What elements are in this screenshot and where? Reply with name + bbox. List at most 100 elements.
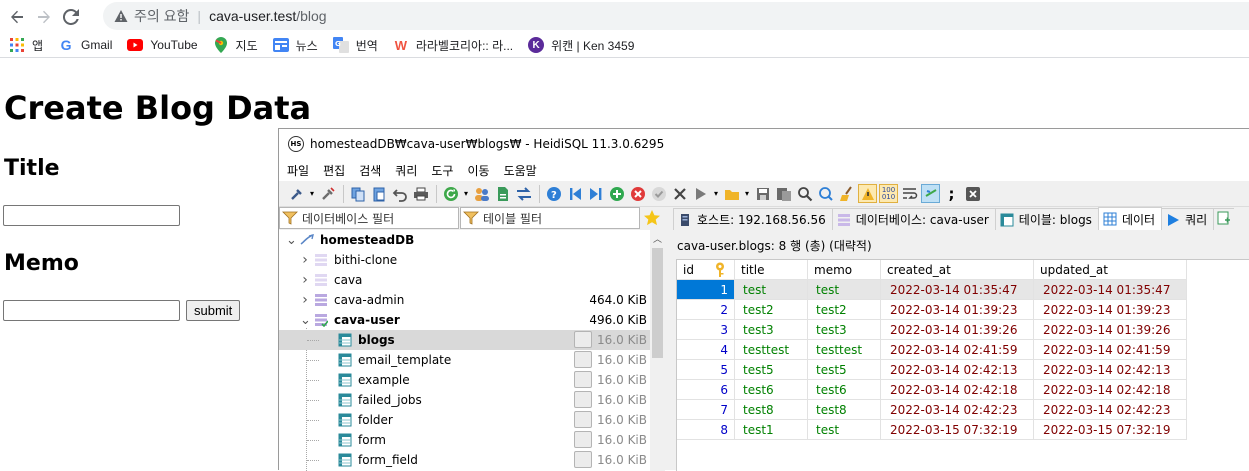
post-check-icon[interactable]	[649, 184, 668, 203]
cell-updated-at[interactable]: 2022-03-14 02:42:18	[1034, 380, 1187, 400]
cell-created-at[interactable]: 2022-03-14 01:39:26	[881, 320, 1034, 340]
cell-created-at[interactable]: 2022-03-14 01:39:23	[881, 300, 1034, 320]
expand-arrow-icon[interactable]: ›	[300, 292, 310, 308]
wrap-text-icon[interactable]	[900, 184, 919, 203]
memo-input[interactable]	[3, 300, 180, 321]
cell-title[interactable]: test3	[735, 320, 808, 340]
cell-updated-at[interactable]: 2022-03-14 01:39:26	[1034, 320, 1187, 340]
tree-node-cava[interactable]: › cava	[279, 270, 651, 290]
connect-plug-icon[interactable]	[287, 184, 306, 203]
open-folder-icon[interactable]	[722, 184, 741, 203]
tab-database[interactable]: 데이터베이스: cava-user	[831, 208, 996, 230]
export-sql-icon[interactable]	[493, 184, 512, 203]
refresh-icon[interactable]	[441, 184, 460, 203]
transfer-arrows-icon[interactable]	[514, 184, 533, 203]
collapse-arrow-icon[interactable]: ⌄	[286, 233, 297, 248]
cell-updated-at[interactable]: 2022-03-15 07:32:19	[1034, 420, 1187, 440]
tree-node-form-field[interactable]: form_field 16.0 KiB	[279, 450, 651, 470]
semicolon-icon[interactable]: ;	[942, 184, 961, 203]
bookmark-laravel-korea[interactable]: W 라라벨코리아:: 라...	[393, 37, 513, 54]
menu-edit[interactable]: 편집	[323, 162, 345, 179]
tree-node-email-template[interactable]: email_template 16.0 KiB	[279, 350, 651, 370]
tree-node-homesteaddb[interactable]: ⌄ homesteadDB	[279, 230, 651, 250]
menu-tools[interactable]: 도구	[431, 162, 453, 179]
bookmark-translate[interactable]: G 번역	[332, 37, 378, 54]
cell-memo[interactable]: test3	[808, 320, 881, 340]
table-row[interactable]: 8 test1 test 2022-03-15 07:32:19 2022-03-15 …	[677, 420, 1187, 440]
disconnect-plug-icon[interactable]	[318, 184, 337, 203]
cell-updated-at[interactable]: 2022-03-14 02:41:59	[1034, 340, 1187, 360]
table-row[interactable]: 5 test5 test5 2022-03-14 02:42:13 2022-03-14…	[677, 360, 1187, 380]
cell-updated-at[interactable]: 2022-03-14 02:42:13	[1034, 360, 1187, 380]
table-row[interactable]: 2 test2 test2 2022-03-14 01:39:23 2022-03-14…	[677, 300, 1187, 320]
cell-updated-at[interactable]: 2022-03-14 01:35:47	[1034, 280, 1187, 300]
column-header-title[interactable]: title	[735, 260, 808, 280]
bookmark-apps[interactable]: 앱	[9, 37, 43, 54]
expand-arrow-icon[interactable]: ›	[300, 272, 310, 288]
delete-row-icon[interactable]	[628, 184, 647, 203]
cell-memo[interactable]: test	[808, 280, 881, 300]
insert-row-icon[interactable]	[607, 184, 626, 203]
cancel-x-icon[interactable]	[670, 184, 689, 203]
binary-icon[interactable]: 100 010	[879, 184, 898, 203]
clear-broom-icon[interactable]	[837, 184, 856, 203]
cell-title[interactable]: test6	[735, 380, 808, 400]
bookmark-youtube[interactable]: YouTube	[127, 37, 198, 53]
tab-new-query[interactable]	[1213, 208, 1235, 230]
cell-memo[interactable]: test6	[808, 380, 881, 400]
dropdown-arrow-icon[interactable]: ▾	[743, 184, 751, 203]
favorites-star-icon[interactable]	[643, 209, 661, 227]
address-bar[interactable]: 주의 요함 | cava-user.test /blog	[103, 2, 1249, 30]
cell-updated-at[interactable]: 2022-03-14 01:39:23	[1034, 300, 1187, 320]
cell-id[interactable]: 5	[677, 360, 735, 380]
cell-created-at[interactable]: 2022-03-14 02:41:59	[881, 340, 1034, 360]
column-header-created-at[interactable]: created_at	[881, 260, 1034, 280]
bookmark-wecan[interactable]: K 위캔 | Ken 3459	[528, 37, 634, 54]
tree-node-cava-user[interactable]: ⌄ cava-user 496.0 KiB	[279, 310, 651, 330]
column-header-id[interactable]: id	[677, 260, 735, 280]
cell-title[interactable]: test5	[735, 360, 808, 380]
user-manager-icon[interactable]	[472, 184, 491, 203]
submit-button[interactable]: submit	[186, 300, 241, 321]
close-tab-icon[interactable]	[963, 184, 982, 203]
cell-id[interactable]: 4	[677, 340, 735, 360]
tree-node-bithi-clone[interactable]: › bithi-clone	[279, 250, 651, 270]
menu-go[interactable]: 이동	[467, 162, 489, 179]
table-row[interactable]: 7 test8 test8 2022-03-14 02:42:23 2022-03-14…	[677, 400, 1187, 420]
cell-id[interactable]: 8	[677, 420, 735, 440]
replace-icon[interactable]	[816, 184, 835, 203]
dropdown-arrow-icon[interactable]: ▾	[712, 184, 720, 203]
cell-title[interactable]: test8	[735, 400, 808, 420]
cell-title[interactable]: test1	[735, 420, 808, 440]
menu-help[interactable]: 도움말	[504, 162, 537, 179]
cell-id[interactable]: 3	[677, 320, 735, 340]
menu-search[interactable]: 검색	[359, 162, 381, 179]
cell-updated-at[interactable]: 2022-03-14 02:42:23	[1034, 400, 1187, 420]
cell-created-at[interactable]: 2022-03-15 07:32:19	[881, 420, 1034, 440]
copy-icon[interactable]	[348, 184, 367, 203]
first-record-icon[interactable]	[565, 184, 584, 203]
tab-query[interactable]: 쿼리	[1161, 208, 1215, 230]
paste-icon[interactable]	[369, 184, 388, 203]
cell-created-at[interactable]: 2022-03-14 02:42:13	[881, 360, 1034, 380]
title-input[interactable]	[3, 205, 180, 226]
cell-created-at[interactable]: 2022-03-14 01:35:47	[881, 280, 1034, 300]
column-header-memo[interactable]: memo	[808, 260, 881, 280]
cell-id[interactable]: 7	[677, 400, 735, 420]
menu-query[interactable]: 쿼리	[395, 162, 417, 179]
tree-node-failed-jobs[interactable]: failed_jobs 16.0 KiB	[279, 390, 651, 410]
find-icon[interactable]	[795, 184, 814, 203]
tree-node-cava-admin[interactable]: › cava-admin 464.0 KiB	[279, 290, 651, 310]
reload-button[interactable]	[61, 7, 81, 27]
tree-node-blogs[interactable]: blogs 16.0 KiB	[279, 330, 651, 350]
dropdown-arrow-icon[interactable]: ▾	[308, 184, 316, 203]
tab-data[interactable]: 데이터	[1097, 207, 1163, 230]
forward-button[interactable]	[34, 7, 54, 27]
cell-created-at[interactable]: 2022-03-14 02:42:18	[881, 380, 1034, 400]
table-row[interactable]: 3 test3 test3 2022-03-14 01:39:26 2022-03-14…	[677, 320, 1187, 340]
back-button[interactable]	[7, 7, 27, 27]
cell-memo[interactable]: test2	[808, 300, 881, 320]
last-record-icon[interactable]	[586, 184, 605, 203]
dropdown-arrow-icon[interactable]: ▾	[462, 184, 470, 203]
table-row[interactable]: 6 test6 test6 2022-03-14 02:42:18 2022-03-14…	[677, 380, 1187, 400]
